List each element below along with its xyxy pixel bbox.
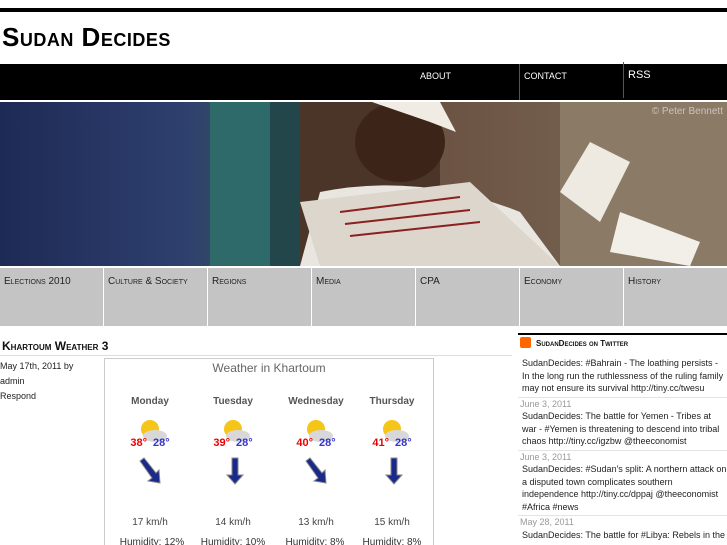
top-rule [0,8,727,12]
day-name: Wednesday [288,396,344,407]
high-temp: 38° [130,437,147,449]
humidity: Humidity: 10% [200,537,266,545]
tweet-divider [518,397,727,398]
post-title[interactable]: Khartoum Weather 3 [2,339,108,353]
cat-economy[interactable]: Economy [520,268,624,326]
temperature: 39° 28° [198,437,268,449]
tweet-date: June 3, 2011 [520,399,572,409]
tweet-divider [518,515,727,516]
low-temp: 28° [395,437,412,449]
temperature: 38° 28° [115,437,185,449]
site-title[interactable]: Sudan Decides [2,22,171,53]
day-name: Monday [131,396,169,407]
temperature: 41° 28° [357,437,427,449]
cat-history[interactable]: History [624,268,727,326]
cat-elections[interactable]: Elections 2010 [0,268,104,326]
photo-credit: © Peter Bennett [651,106,723,117]
weather-widget: Weather in Khartoum Monday Tuesday Wedne… [104,358,434,545]
high-temp: 40° [296,437,313,449]
wind-speed: 17 km/h [132,517,168,528]
day-name: Tuesday [213,396,253,407]
tweet[interactable]: SudanDecides: The battle for #Libya: Reb… [522,529,727,542]
wind-arrow-southeast-icon [305,457,327,484]
wind-arrow-south-icon [384,457,404,485]
man-reading-newspaper-photo [0,102,727,266]
rss-icon[interactable] [520,337,531,348]
tweet[interactable]: SudanDecides: The battle for Yemen - Tri… [522,410,727,448]
respond-link[interactable]: Respond [0,389,73,404]
low-temp: 28° [319,437,336,449]
post-divider [0,355,512,356]
twitter-widget-heading[interactable]: SudanDecides on Twitter [536,339,628,348]
humidity: Humidity: 8% [362,537,422,545]
nav-about[interactable]: ABOUT [416,64,518,100]
low-temp: 28° [236,437,253,449]
tweet[interactable]: SudanDecides: #Bahrain - The loathing pe… [522,357,727,395]
post-date: May 17th, 2011 by [0,361,74,371]
nav-rss[interactable]: RSS [623,62,727,98]
category-nav: Elections 2010 Culture & Society Regions… [0,268,727,326]
high-temp: 41° [372,437,389,449]
post-meta: May 17th, 2011 by admin Respond [0,359,73,404]
wind-arrow-south-icon [225,457,245,485]
cat-media[interactable]: Media [312,268,416,326]
tweet-date: June 3, 2011 [520,452,572,462]
temperature: 40° 28° [281,437,351,449]
cat-culture[interactable]: Culture & Society [104,268,208,326]
cat-cpa[interactable]: CPA [416,268,520,326]
tweet-divider [518,450,727,451]
main-nav: ABOUT CONTACT RSS [0,62,727,100]
tweet[interactable]: SudanDecides: #Sudan's split: A northern… [522,463,727,513]
sidebar-top-rule [518,333,727,335]
hero-image: © Peter Bennett [0,102,727,266]
wind-speed: 14 km/h [215,517,251,528]
wind-speed: 13 km/h [298,517,334,528]
nav-contact[interactable]: CONTACT [519,64,623,100]
weather-title: Weather in Khartoum [212,361,326,375]
humidity: Humidity: 12% [119,537,185,545]
cat-regions[interactable]: Regions [208,268,312,326]
post-author-link[interactable]: admin [0,374,73,389]
high-temp: 39° [213,437,230,449]
wind-arrow-southeast-icon [139,457,161,484]
wind-speed: 15 km/h [374,517,410,528]
low-temp: 28° [153,437,170,449]
humidity: Humidity: 8% [285,537,345,545]
day-name: Thursday [369,396,415,407]
tweet-date: May 28, 2011 [520,517,574,527]
